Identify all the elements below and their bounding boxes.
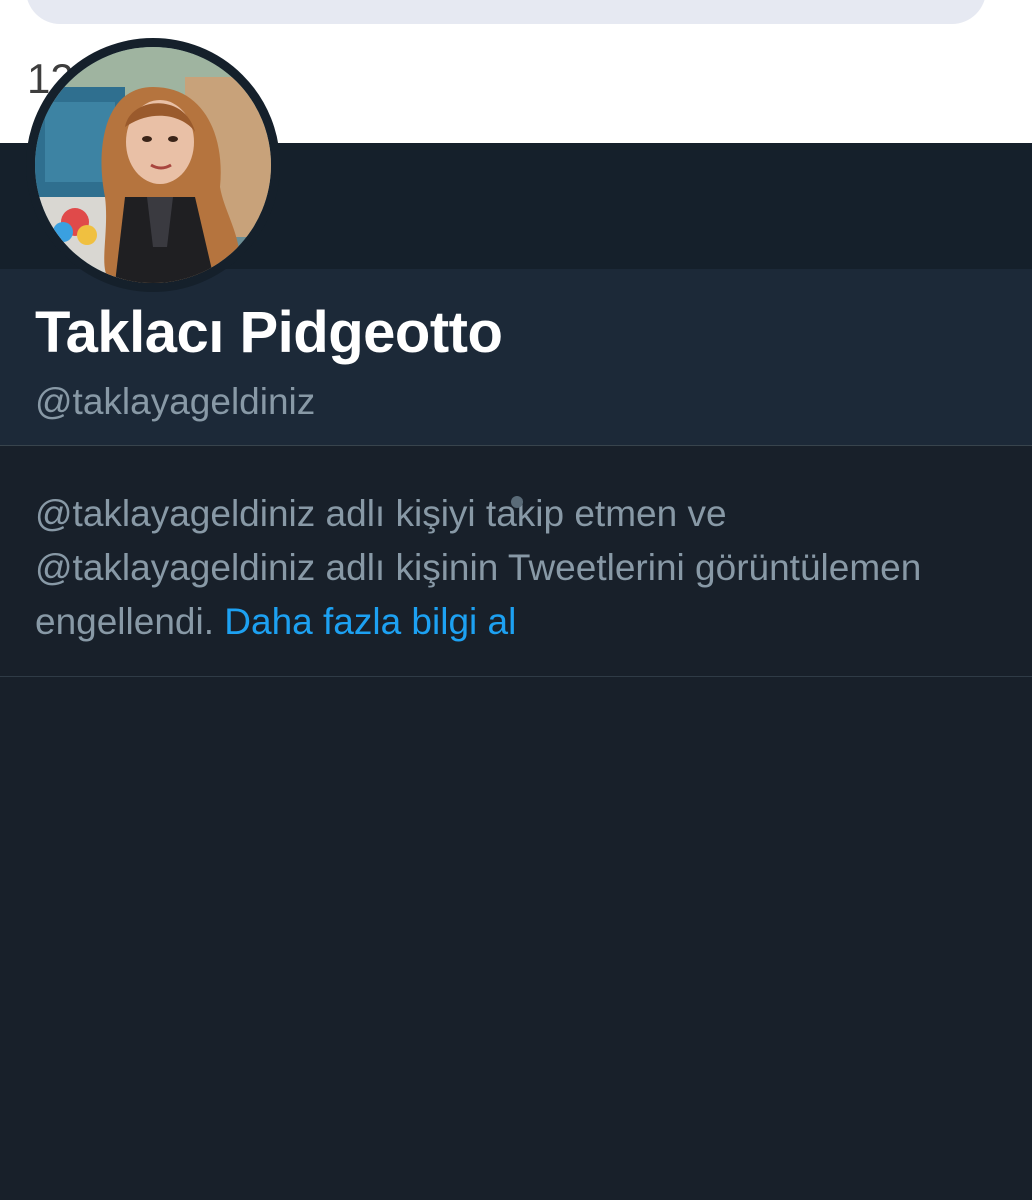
blocked-notice-text: @taklayageldiniz adlı kişiyi takip etmen… — [35, 487, 1010, 649]
user-handle: @taklayageldiniz — [35, 381, 316, 422]
notice-line-3: engellendi. — [35, 601, 214, 642]
notice-line-1: @taklayageldiniz adlı kişiyi takip etmen… — [35, 493, 727, 534]
blocked-notice: @taklayageldiniz adlı kişiyi takip etmen… — [0, 447, 1032, 677]
avatar-photo-icon — [35, 47, 271, 283]
profile-page: 12 Taklacı Pidgeotto @taklayageldiniz @t… — [0, 0, 1032, 1200]
previous-content-bubble — [26, 0, 986, 24]
indicator-dot — [511, 496, 523, 508]
notice-line-2: @taklayageldiniz adlı kişinin Tweetlerin… — [35, 547, 922, 588]
avatar[interactable] — [26, 38, 280, 292]
learn-more-link[interactable]: Daha fazla bilgi al — [224, 601, 516, 642]
profile-header: Taklacı Pidgeotto @taklayageldiniz — [0, 269, 1032, 446]
display-name: Taklacı Pidgeotto — [35, 300, 503, 365]
